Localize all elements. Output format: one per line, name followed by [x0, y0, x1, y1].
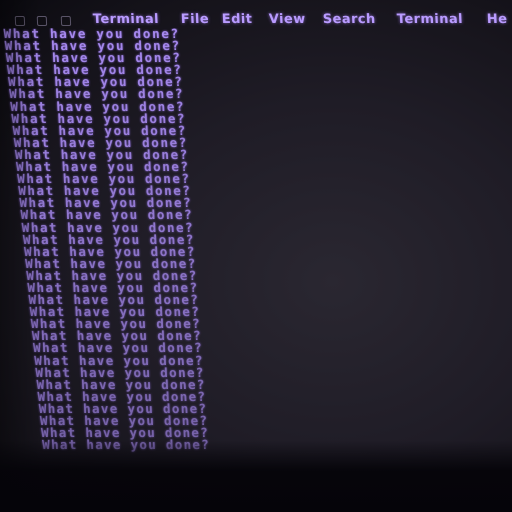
minimize-window-icon[interactable] [36, 16, 48, 26]
menu-terminal[interactable]: Terminal [397, 12, 464, 27]
screen: Terminal File Edit View Search Terminal … [0, 0, 512, 512]
close-window-icon[interactable] [14, 16, 26, 26]
menu-bar: Terminal File Edit View Search Terminal … [0, 10, 512, 30]
menu-help[interactable]: He [487, 12, 508, 27]
terminal-window: Terminal File Edit View Search Terminal … [0, 0, 512, 470]
menu-terminal-app[interactable]: Terminal [93, 12, 160, 27]
maximize-window-icon[interactable] [60, 16, 72, 26]
terminal-line: What have you done? [41, 437, 211, 453]
menu-view[interactable]: View [269, 12, 306, 27]
menu-edit[interactable]: Edit [222, 12, 253, 27]
menu-file[interactable]: File [181, 12, 210, 27]
menu-search[interactable]: Search [323, 12, 376, 27]
terminal-output[interactable]: What have you done? What have you done? Wh… [3, 28, 493, 458]
